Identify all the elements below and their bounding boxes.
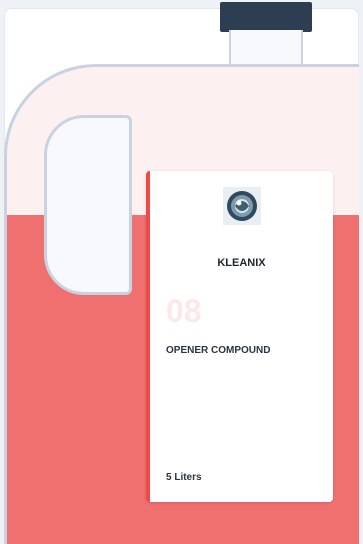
globe-emblem-icon [218, 185, 266, 227]
product-volume: 5 Liters [166, 472, 202, 483]
jug-cap [220, 2, 312, 32]
product-name: OPENER COMPOUND [166, 345, 271, 356]
jug-handle [44, 115, 132, 295]
brand-name: KLEANIX [217, 257, 266, 269]
jug-neck [229, 30, 303, 66]
product-label-card: KLEANIX 08 OPENER COMPOUND 5 Liters [146, 171, 333, 502]
product-number: 08 [166, 293, 202, 329]
